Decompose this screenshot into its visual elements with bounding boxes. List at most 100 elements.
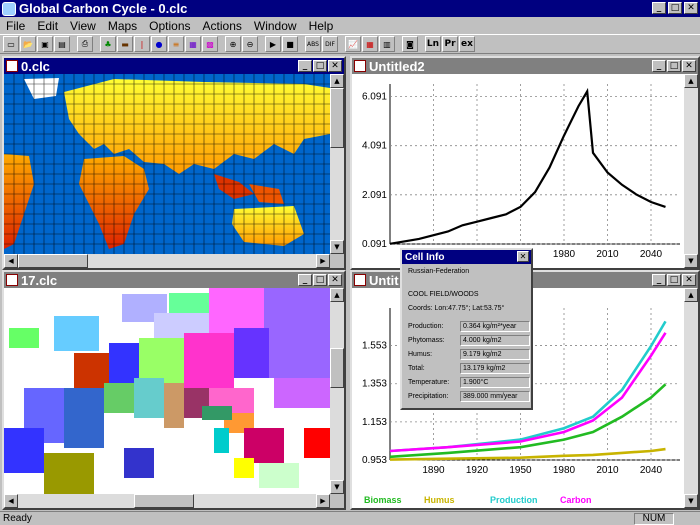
new-icon[interactable]: ▭ [3, 36, 19, 52]
scroll-left-button[interactable]: ◀ [4, 494, 18, 508]
menu-file[interactable]: File [0, 19, 31, 33]
print-icon[interactable]: ⎙ [77, 36, 93, 52]
minimize-button[interactable]: _ [298, 274, 312, 286]
graph-icon[interactable]: 📈 [345, 36, 361, 52]
cell-info-window: Cell Info ✕ Russian-Federation COOL FIEL… [400, 248, 533, 410]
scroll-thumb[interactable] [18, 254, 88, 268]
stop-icon[interactable]: ■ [282, 36, 298, 52]
close-button[interactable]: ✕ [684, 2, 698, 14]
camera-icon[interactable]: ◙ [402, 36, 418, 52]
total-label: Total: [408, 365, 425, 372]
scroll-thumb[interactable] [330, 88, 344, 148]
vertical-scrollbar[interactable]: ▲ ▼ [330, 288, 344, 494]
menu-options[interactable]: Options [143, 19, 196, 33]
minimize-button[interactable]: _ [652, 274, 666, 286]
scroll-up-button[interactable]: ▲ [684, 288, 698, 302]
play-icon[interactable]: ▶ [265, 36, 281, 52]
ln-button[interactable]: Ln [425, 36, 441, 52]
precipitation-value: 389.000 mm/year [460, 391, 530, 402]
legend-production: Production [490, 495, 538, 505]
y-tick-label: 6.091 [362, 92, 387, 103]
phytomass-label: Phytomass: [408, 337, 445, 344]
scroll-thumb[interactable] [134, 494, 194, 508]
x-tick-label: 1890 [422, 465, 445, 476]
scroll-down-button[interactable]: ▼ [684, 494, 698, 508]
scroll-down-button[interactable]: ▼ [330, 240, 344, 254]
y-tick-label: 0.091 [362, 239, 387, 250]
vertical-scrollbar[interactable]: ▲ ▼ [330, 74, 344, 254]
scroll-right-button[interactable]: ▶ [316, 494, 330, 508]
menu-help[interactable]: Help [303, 19, 340, 33]
menu-actions[interactable]: Actions [197, 19, 248, 33]
minimize-button[interactable]: _ [652, 2, 666, 14]
close-button[interactable]: ✕ [328, 60, 342, 72]
cell-biome: COOL FIELD/WOODS [408, 291, 479, 298]
vertical-scrollbar[interactable]: ▲ ▼ [684, 288, 698, 508]
scroll-up-button[interactable]: ▲ [330, 288, 344, 302]
app-titlebar: Global Carbon Cycle - 0.clc _ □ ✕ [0, 0, 700, 17]
thermometer-icon[interactable]: | [134, 36, 150, 52]
horizontal-scrollbar[interactable]: ◀ ▶ [4, 494, 330, 508]
ex-button[interactable]: ex [459, 36, 475, 52]
cell-coords: Coords: Lon:47.75°; Lat:53.75° [408, 305, 505, 312]
soil-icon[interactable]: ▬ [117, 36, 133, 52]
status-bar: Ready NUM [0, 511, 700, 525]
scroll-down-button[interactable]: ▼ [684, 254, 698, 268]
maximize-button[interactable]: □ [313, 60, 327, 72]
close-button[interactable]: ✕ [517, 251, 529, 262]
open-icon[interactable]: 📂 [20, 36, 36, 52]
cell-region: Russian-Federation [408, 268, 470, 275]
scroll-down-button[interactable]: ▼ [330, 480, 344, 494]
menu-view[interactable]: View [64, 19, 102, 33]
maximize-button[interactable]: □ [668, 2, 682, 14]
x-tick-label: 2010 [596, 465, 619, 476]
app-icon [2, 1, 16, 16]
chart-window-title: Untitled2 [369, 58, 425, 74]
map-window-17-titlebar: 17.clc _ □ ✕ [4, 272, 344, 288]
palette-icon[interactable]: ▦ [185, 36, 201, 52]
europe-map [4, 288, 330, 494]
maximize-button[interactable]: □ [667, 274, 681, 286]
menu-window[interactable]: Window [248, 19, 303, 33]
production-label: Production: [408, 323, 444, 330]
layers-icon[interactable]: ≡ [168, 36, 184, 52]
europe-map-view[interactable] [4, 288, 330, 494]
menu-edit[interactable]: Edit [31, 19, 64, 33]
save-icon[interactable]: ▣ [37, 36, 53, 52]
save-as-icon[interactable]: ▤ [54, 36, 70, 52]
zoom-out-icon[interactable]: ⊖ [242, 36, 258, 52]
drop-icon[interactable]: ● [151, 36, 167, 52]
tree-icon[interactable]: ♣ [100, 36, 116, 52]
menu-maps[interactable]: Maps [102, 19, 143, 33]
vertical-scrollbar[interactable]: ▲ ▼ [684, 74, 698, 268]
minimize-button[interactable]: _ [652, 60, 666, 72]
document-icon [6, 60, 18, 72]
scroll-left-button[interactable]: ◀ [4, 254, 18, 268]
zoom-in-icon[interactable]: ⊕ [225, 36, 241, 52]
y-tick-label: 4.091 [362, 141, 387, 152]
abs-button[interactable]: ABS [305, 36, 321, 52]
minimize-button[interactable]: _ [298, 60, 312, 72]
close-button[interactable]: ✕ [682, 274, 696, 286]
chart-window-titlebar: Untitled2 _ □ ✕ [352, 58, 698, 74]
maximize-button[interactable]: □ [667, 60, 681, 72]
scroll-up-button[interactable]: ▲ [330, 74, 344, 88]
world-map-view[interactable] [4, 74, 330, 254]
dif-button[interactable]: DIF [322, 36, 338, 52]
map-color-icon[interactable]: ▩ [202, 36, 218, 52]
production-value: 0.364 kg/m²*year [460, 321, 530, 332]
scroll-up-button[interactable]: ▲ [684, 74, 698, 88]
x-tick-label: 1980 [553, 249, 576, 260]
pr-button[interactable]: Pr [442, 36, 458, 52]
precipitation-label: Precipitation: [408, 393, 449, 400]
close-button[interactable]: ✕ [682, 60, 696, 72]
color-grid-icon[interactable]: ▦ [362, 36, 378, 52]
scroll-thumb[interactable] [330, 348, 344, 388]
legend-icon[interactable]: ▥ [379, 36, 395, 52]
horizontal-scrollbar[interactable]: ◀ ▶ [4, 254, 330, 268]
world-map [4, 74, 330, 254]
scroll-right-button[interactable]: ▶ [316, 254, 330, 268]
maximize-button[interactable]: □ [313, 274, 327, 286]
map-window-0: 0.clc _ □ ✕ ▲ ▼ ◀ ▶ [2, 56, 346, 270]
close-button[interactable]: ✕ [328, 274, 342, 286]
